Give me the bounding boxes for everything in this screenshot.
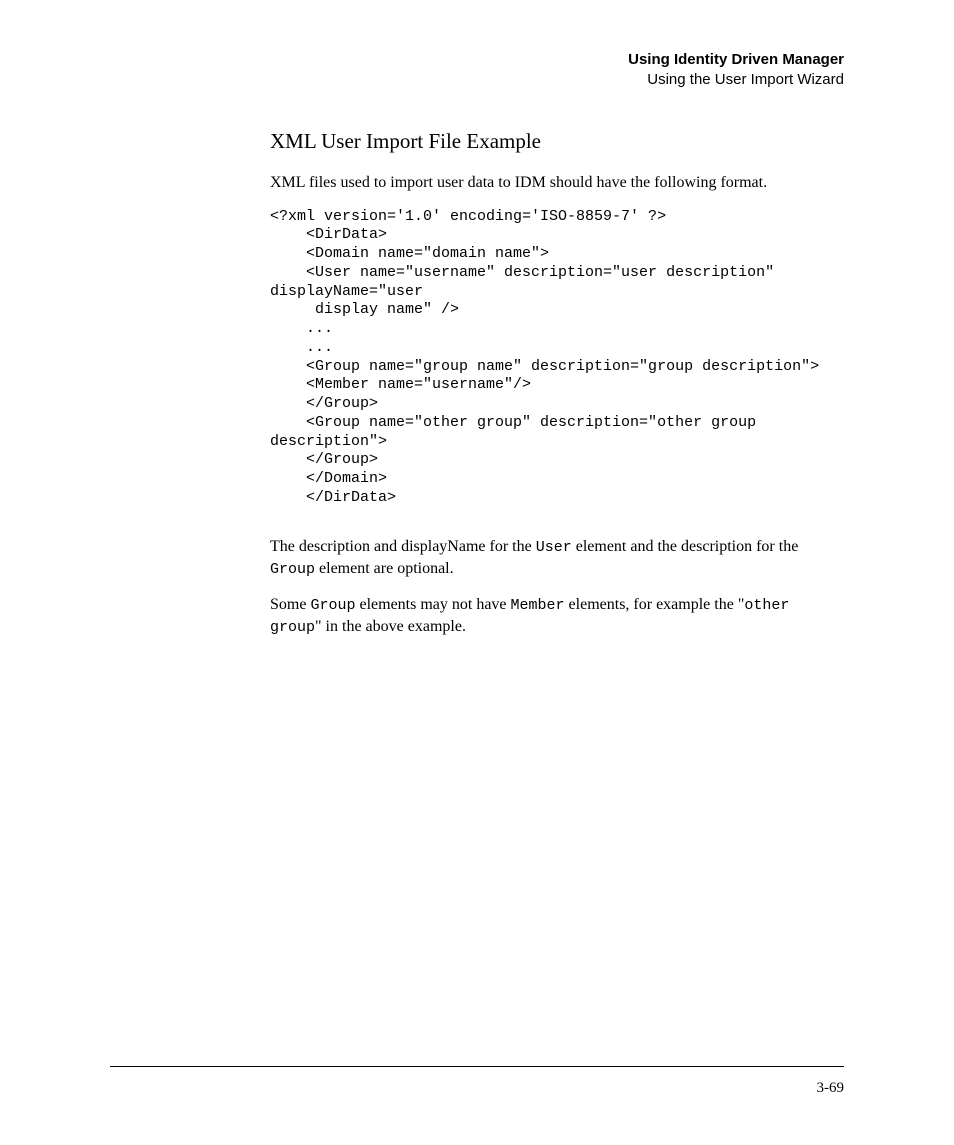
section-title: XML User Import File Example bbox=[270, 129, 844, 154]
text-run: The description and displayName for the bbox=[270, 538, 536, 555]
page-header: Using Identity Driven Manager Using the … bbox=[110, 50, 844, 89]
text-run: elements may not have bbox=[355, 596, 510, 613]
text-run: " in the above example. bbox=[315, 618, 466, 635]
code-inline-user: User bbox=[536, 539, 572, 556]
header-subtitle: Using the User Import Wizard bbox=[110, 70, 844, 90]
intro-paragraph: XML files used to import user data to ID… bbox=[270, 172, 844, 194]
footer-divider bbox=[110, 1066, 844, 1067]
document-page: Using Identity Driven Manager Using the … bbox=[0, 0, 954, 639]
code-inline-group: Group bbox=[270, 561, 315, 578]
description-paragraph-2: Some Group elements may not have Member … bbox=[270, 594, 844, 639]
text-run: element are optional. bbox=[315, 560, 454, 577]
page-number: 3-69 bbox=[817, 1080, 845, 1097]
text-run: elements, for example the " bbox=[565, 596, 745, 613]
header-title: Using Identity Driven Manager bbox=[110, 50, 844, 70]
text-run: element and the description for the bbox=[572, 538, 799, 555]
description-paragraph-1: The description and displayName for the … bbox=[270, 536, 844, 581]
xml-code-example: <?xml version='1.0' encoding='ISO-8859-7… bbox=[270, 208, 844, 508]
main-content: XML User Import File Example XML files u… bbox=[270, 129, 844, 639]
text-run: Some bbox=[270, 596, 310, 613]
code-inline-group: Group bbox=[310, 597, 355, 614]
code-inline-member: Member bbox=[511, 597, 565, 614]
